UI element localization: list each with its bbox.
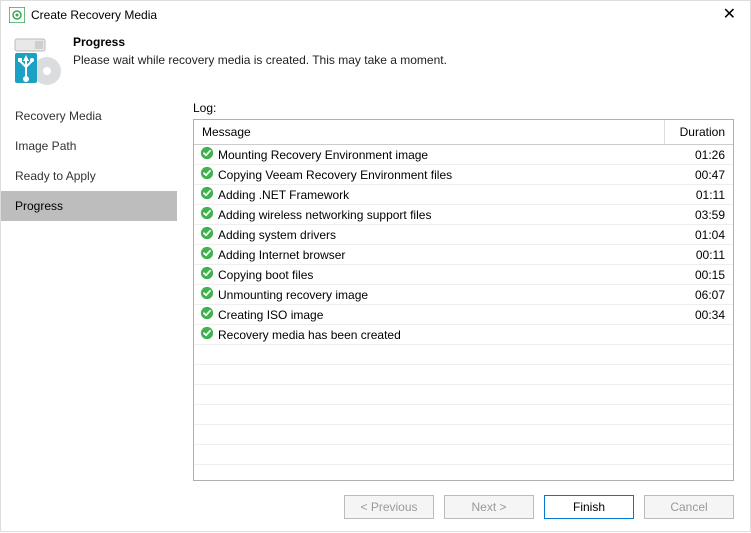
main-panel: Log: Message Duration Mounting Recovery … [177,101,750,481]
log-row [194,345,733,365]
log-cell-message: Mounting Recovery Environment image [194,146,665,163]
log-cell-duration: 00:11 [665,248,733,262]
success-check-icon [200,266,214,283]
log-row: Mounting Recovery Environment image 01:26 [194,145,733,165]
log-row: Copying Veeam Recovery Environment files… [194,165,733,185]
log-row: Adding Internet browser 00:11 [194,245,733,265]
sidebar: Recovery MediaImage PathReady to ApplyPr… [1,101,177,481]
close-icon[interactable]: ✕ [717,7,742,23]
previous-button: < Previous [344,495,434,519]
log-row [194,405,733,425]
sidebar-item-ready-to-apply[interactable]: Ready to Apply [1,161,177,191]
log-cell-message: Recovery media has been created [194,326,665,343]
header-text: Progress Please wait while recovery medi… [73,35,447,91]
log-row [194,445,733,465]
next-button: Next > [444,495,534,519]
log-cell-message: Adding Internet browser [194,246,665,263]
log-cell-message: Creating ISO image [194,306,665,323]
log-message-text: Creating ISO image [218,308,323,322]
log-cell-duration: 01:04 [665,228,733,242]
log-cell-message: Copying Veeam Recovery Environment files [194,166,665,183]
log-message-text: Adding Internet browser [218,248,345,262]
log-row: Adding system drivers 01:04 [194,225,733,245]
log-table: Message Duration Mounting Recovery Envir… [193,119,734,481]
log-row: Recovery media has been created [194,325,733,345]
success-check-icon [200,186,214,203]
success-check-icon [200,246,214,263]
page-title: Progress [73,35,447,49]
sidebar-item-image-path[interactable]: Image Path [1,131,177,161]
log-message-text: Unmounting recovery image [218,288,368,302]
log-cell-duration: 00:15 [665,268,733,282]
log-message-text: Mounting Recovery Environment image [218,148,428,162]
success-check-icon [200,226,214,243]
finish-button[interactable]: Finish [544,495,634,519]
log-cell-duration: 06:07 [665,288,733,302]
log-cell-message: Adding system drivers [194,226,665,243]
header: Progress Please wait while recovery medi… [1,29,750,101]
log-cell-message: Copying boot files [194,266,665,283]
log-body: Mounting Recovery Environment image 01:26… [194,145,733,480]
log-cell-duration: 01:26 [665,148,733,162]
usb-disc-icon [13,35,61,91]
log-row [194,385,733,405]
titlebar: Create Recovery Media ✕ [1,1,750,29]
log-message-text: Copying boot files [218,268,313,282]
footer: < Previous Next > Finish Cancel [1,481,750,533]
log-row [194,365,733,385]
log-row: Creating ISO image 00:34 [194,305,733,325]
success-check-icon [200,146,214,163]
log-message-text: Copying Veeam Recovery Environment files [218,168,452,182]
log-cell-message: Unmounting recovery image [194,286,665,303]
col-header-duration[interactable]: Duration [665,120,733,144]
col-header-message[interactable]: Message [194,120,665,144]
log-message-text: Adding system drivers [218,228,336,242]
sidebar-item-progress[interactable]: Progress [1,191,177,221]
log-cell-message: Adding .NET Framework [194,186,665,203]
log-row [194,465,733,480]
log-row: Copying boot files 00:15 [194,265,733,285]
log-row: Adding wireless networking support files… [194,205,733,225]
log-message-text: Recovery media has been created [218,328,401,342]
log-message-text: Adding wireless networking support files [218,208,431,222]
log-header: Message Duration [194,120,733,145]
success-check-icon [200,166,214,183]
log-row: Unmounting recovery image 06:07 [194,285,733,305]
success-check-icon [200,306,214,323]
log-cell-duration: 03:59 [665,208,733,222]
log-row: Adding .NET Framework 01:11 [194,185,733,205]
app-icon [9,7,25,23]
sidebar-item-recovery-media[interactable]: Recovery Media [1,101,177,131]
log-row [194,425,733,445]
log-cell-duration: 00:47 [665,168,733,182]
log-label: Log: [193,101,734,115]
success-check-icon [200,286,214,303]
success-check-icon [200,206,214,223]
log-message-text: Adding .NET Framework [218,188,349,202]
log-cell-duration: 01:11 [665,188,733,202]
page-subtitle: Please wait while recovery media is crea… [73,53,447,67]
window-title: Create Recovery Media [31,8,717,22]
log-cell-message: Adding wireless networking support files [194,206,665,223]
log-cell-duration: 00:34 [665,308,733,322]
success-check-icon [200,326,214,343]
cancel-button: Cancel [644,495,734,519]
